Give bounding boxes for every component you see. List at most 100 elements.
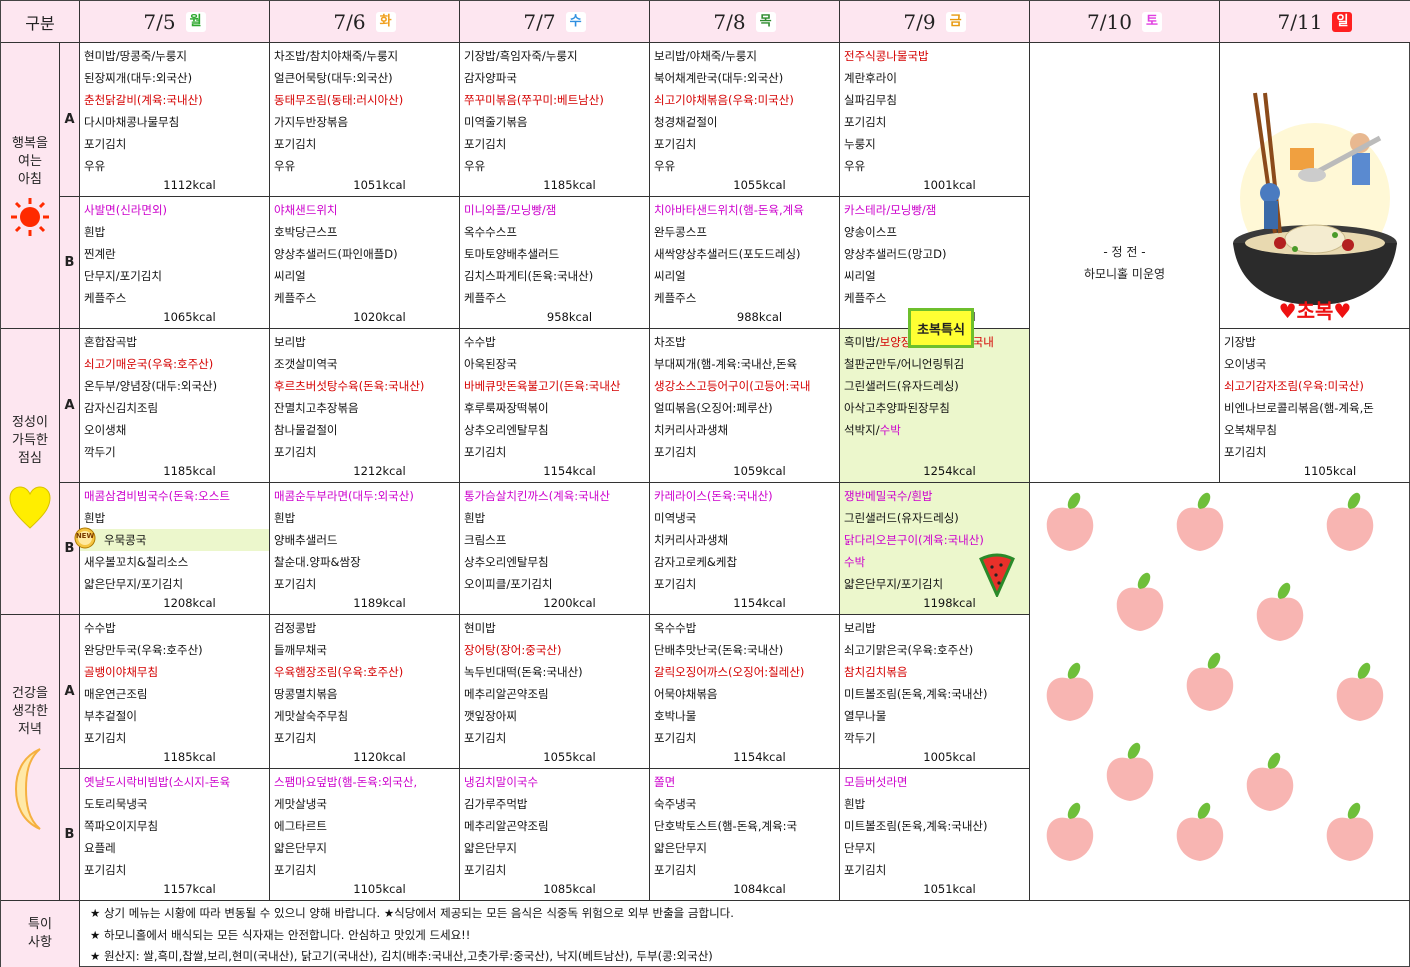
menu-item: 얇은단무지 [464, 837, 649, 859]
menu-item: 매운연근조림 [84, 683, 269, 705]
day-date: 7/5 [143, 9, 176, 34]
menu-item-text: 양상추샐러드(망고D) [844, 247, 947, 261]
menu-item-text: 호박당근스프 [274, 225, 338, 239]
menu-item-text: 얇은단무지 [274, 841, 327, 855]
menu-cell-lunch-a-1: 혼합잡곡밥쇠고기매운국(우육:호주산) 온두부/양념장(대두:외국산) 감자신김치조… [80, 329, 270, 483]
kcal-value: 1005kcal [923, 750, 976, 764]
menu-item-text: 후르츠버섯탕수육(돈육:국내산) [274, 379, 425, 393]
menu-item-text: 우유 [274, 159, 296, 173]
menu-item-text: 케플주스 [844, 291, 887, 305]
menu-cell-dinner-a-4: 옥수수밥 단배추맛난국(돈육:국내산) 갈릭오징어까스(오징어:칠레산) 어묵야채볶음… [650, 615, 840, 769]
menu-item: 상추오리엔탈무침 [464, 419, 649, 441]
menu-item-text: 호박나물 [654, 709, 697, 723]
menu-item: 깍두기 [844, 727, 1029, 749]
menu-item: 호박나물 [654, 705, 839, 727]
menu-item-text: 흰밥 [464, 511, 486, 525]
closed-notice-title: - 정 전 - [1103, 244, 1146, 259]
menu-item: 검정콩밥 [274, 617, 459, 639]
kcal-value: 1212kcal [353, 464, 406, 478]
menu-item: 갈릭오징어까스(오징어:칠레산) [654, 661, 839, 683]
menu-item: 동태무조림(동태:러시아산) [274, 89, 459, 111]
menu-item-text: 포기김치 [844, 115, 887, 129]
menu-item: 포기김치 [654, 727, 839, 749]
menu-item-text: 혼합잡곡밥 [84, 335, 137, 349]
kcal-value: 1051kcal [923, 882, 976, 896]
kcal-value: 1154kcal [733, 750, 786, 764]
menu-cell-breakfast-a-4: 보리밥/야채죽/누룽지 북어채계란국(대두:외국산) 쇠고기야채볶음(우육:미국산)… [650, 43, 840, 197]
menu-item-text: 찐계란 [84, 247, 116, 261]
kcal-value: 1059kcal [733, 464, 786, 478]
menu-item: 우유 [464, 155, 649, 177]
menu-item-text: 통가슴살치킨까스(계육:국내산 [464, 489, 610, 503]
menu-item: 스팸마요덮밥(햄-돈육:외국산, [274, 771, 459, 793]
menu-item-text: 포기김치 [274, 445, 317, 459]
menu-item: 잔멸치고추장볶음 [274, 397, 459, 419]
menu-cell-lunch-b-2: 매콤순두부라면(대두:외국산) 흰밥 양배추샐러드 찰순대.양파&쌈장 포기김치 1189… [270, 483, 460, 615]
menu-item-text: 아욱된장국 [464, 357, 517, 371]
menu-item: 미역냉국 [654, 507, 839, 529]
menu-item-text: 아삭고추양파된장무침 [844, 401, 950, 415]
menu-item-text: 잔멸치고추장볶음 [274, 401, 359, 415]
chobok-illustration: ♥초복♥ [1220, 43, 1410, 329]
menu-item: 포기김치 [274, 133, 459, 155]
menu-item: 도토리묵냉국 [84, 793, 269, 815]
menu-item: 포기김치 [464, 133, 649, 155]
menu-item-text: 얇은단무지 [654, 841, 707, 855]
kcal-value: 988kcal [736, 310, 783, 324]
menu-item-text: 케플주스 [84, 291, 127, 305]
menu-item: 완두콩스프 [654, 221, 839, 243]
menu-item-text: 온두부/양념장(대두:외국산) [84, 379, 218, 393]
menu-item-text: 숙주냉국 [654, 797, 697, 811]
menu-item: 쇠고기매운국(우육:호주산) [84, 353, 269, 375]
weekly-menu-table: 구분 7/5 월 7/6 화 7/7 수 7/8 목 7/9 금 7/10 토 7/11 일 행복을 여는… [0, 0, 1410, 967]
menu-item: 크림스프 [464, 529, 649, 551]
menu-cell-breakfast-a-1: 현미밥/땅콩죽/누룽지 된장찌개(대두:외국산) 춘천닭갈비(계육:국내산) 다시마채… [80, 43, 270, 197]
lunch-label-line1: 정성이 [12, 414, 48, 430]
menu-item: 포기김치 [654, 573, 839, 595]
menu-item: 골뱅이야채무침 [84, 661, 269, 683]
menu-item-text: 에그타르트 [274, 819, 327, 833]
menu-cell-dinner-b-4: 쫄면 숙주냉국 단호박토스트(햄-돈육,계육:국 얇은단무지 포기김치 1084kcal [650, 769, 840, 901]
menu-item: 감자신김치조림 [84, 397, 269, 419]
kcal-value: 1154kcal [733, 596, 786, 610]
day-date: 7/8 [713, 9, 746, 34]
menu-item: 보리밥 [274, 331, 459, 353]
menu-item: 포기김치 [1224, 441, 1410, 463]
lunch-label: 정성이 가득한 점심 [1, 329, 60, 615]
kcal-value: 1085kcal [543, 882, 596, 896]
menu-item: 포기김치 [654, 859, 839, 881]
menu-item: 치커리사과생채 [654, 419, 839, 441]
breakfast-label-line2: 여는 [18, 153, 42, 169]
menu-cell-lunch-a-2: 보리밥 조갯살미역국 후르츠버섯탕수육(돈육:국내산) 잔멸치고추장볶음 참나물겉절이 포… [270, 329, 460, 483]
menu-item: 흰밥 [464, 507, 649, 529]
menu-item: 온두부/양념장(대두:외국산) [84, 375, 269, 397]
menu-item: 포기김치 [844, 859, 1029, 881]
peach-icon [1046, 802, 1094, 861]
kcal-value: 1001kcal [923, 178, 976, 192]
menu-item-text: 깻잎장아찌 [464, 709, 517, 723]
menu-item-text: 흰밥 [84, 511, 106, 525]
kcal-value: 1020kcal [353, 310, 406, 324]
dinner-label-line2: 생각한 [12, 703, 48, 719]
menu-item: 냉김치말이국수 [464, 771, 649, 793]
menu-item-text: 기장밥 [1224, 335, 1256, 349]
menu-item-text: 가지두반장볶음 [274, 115, 349, 129]
menu-item: 북어채계란국(대두:외국산) [654, 67, 839, 89]
menu-item: 씨리얼 [274, 265, 459, 287]
menu-item-text: 포기김치 [654, 731, 697, 745]
day-header-3: 7/7 수 [460, 1, 650, 43]
menu-item-text: 보리밥 [274, 335, 306, 349]
menu-item: 쫄면 [654, 771, 839, 793]
menu-item-text: 그린샐러드(유자드레싱) [844, 511, 959, 525]
menu-item: 누룽지 [844, 133, 1029, 155]
menu-cell-lunch-a-3: 수수밥 아욱된장국 바베큐맛돈육불고기(돈육:국내산 후루룩짜장떡볶이 상추오리엔탈무침… [460, 329, 650, 483]
menu-item: 우유 [654, 155, 839, 177]
day-date: 7/11 [1277, 9, 1323, 34]
menu-item-text: 포기김치 [464, 445, 507, 459]
menu-item-text: 상추오리엔탈무침 [464, 555, 549, 569]
menu-item-text: 보리밥 [844, 621, 876, 635]
menu-item: 토마토양배추샐러드 [464, 243, 649, 265]
new-badge: NEW [73, 527, 97, 549]
menu-item-text: 쇠고기감자조림(우육:미국산) [1224, 379, 1364, 393]
menu-item-text: 쇠고기맑은국(우육:호주산) [844, 643, 974, 657]
